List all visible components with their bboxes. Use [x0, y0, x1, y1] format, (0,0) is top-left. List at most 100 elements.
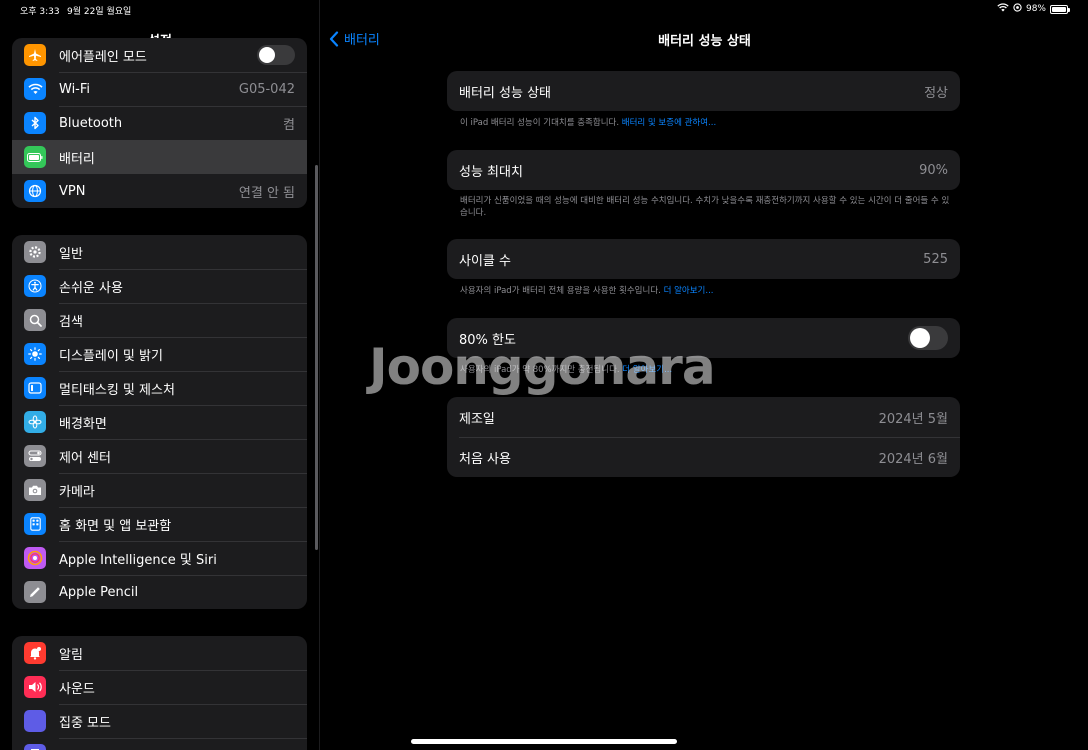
moon-icon — [24, 710, 46, 732]
health-card: 배터리 성능 상태 정상 — [447, 71, 960, 111]
health-value: 정상 — [924, 85, 948, 101]
first-use-value: 2024년 6월 — [878, 451, 948, 467]
cycle-value: 525 — [923, 251, 948, 267]
airplane-icon — [24, 44, 46, 66]
orientation-lock-icon — [1013, 3, 1022, 15]
health-label: 배터리 성능 상태 — [459, 85, 551, 101]
sidebar-item-label: 집중 모드 — [59, 715, 111, 731]
cycle-footnote: 사용자의 iPad가 배터리 전체 용량을 사용한 횟수입니다. 더 알아보기.… — [460, 285, 950, 297]
first-use-label: 처음 사용 — [459, 451, 511, 467]
warranty-link[interactable]: 배터리 및 보증에 관하여... — [622, 118, 716, 128]
limit-learn-more-link[interactable]: 더 알아보기... — [622, 365, 672, 375]
control-center-icon — [24, 445, 46, 467]
sidebar-item-label: 검색 — [59, 314, 83, 330]
sidebar-item-multitasking[interactable]: 멀티태스킹 및 제스처 — [12, 371, 307, 405]
capacity-label: 성능 최대치 — [459, 164, 523, 180]
status-time: 오후 3:33 — [20, 7, 60, 17]
cycle-learn-more-link[interactable]: 더 알아보기... — [664, 286, 714, 296]
limit-toggle[interactable] — [908, 326, 948, 350]
vpn-globe-icon — [24, 180, 46, 202]
pencil-icon — [24, 581, 46, 603]
sidebar-item-label: 스크린 타임 — [59, 746, 307, 750]
sidebar-item-brightness[interactable]: 디스플레이 및 밝기 — [12, 337, 307, 371]
search-icon — [24, 309, 46, 331]
multitasking-icon — [24, 377, 46, 399]
sidebar-item-label: Wi-Fi — [59, 81, 91, 97]
accessibility-icon — [24, 275, 46, 297]
manufactured-label: 제조일 — [459, 411, 495, 427]
sidebar-item-siri[interactable]: Apple Intelligence 및 Siri — [12, 541, 307, 575]
sidebar-item-speaker[interactable]: 사운드 — [12, 670, 307, 704]
sidebar-item-bell[interactable]: 알림 — [12, 636, 307, 670]
sidebar-item-hourglass[interactable]: 스크린 타임 — [12, 738, 307, 750]
limit-footnote: 사용자의 iPad가 약 80%까지만 충전됩니다. 더 알아보기... — [460, 364, 950, 376]
health-footnote: 이 iPad 배터리 성능이 기대치를 충족합니다. 배터리 및 보증에 관하여… — [460, 117, 950, 129]
sidebar-item-label: 디스플레이 및 밝기 — [59, 348, 163, 364]
sidebar-item-airplane[interactable]: 에어플레인 모드 — [12, 38, 307, 72]
limit-label: 80% 한도 — [459, 332, 516, 348]
sidebar-item-moon[interactable]: 집중 모드 — [12, 704, 307, 738]
battery-icon — [24, 146, 46, 168]
limit-card: 80% 한도 — [447, 318, 960, 358]
sidebar-item-accessibility[interactable]: 손쉬운 사용 — [12, 269, 307, 303]
sidebar-item-battery[interactable]: 배터리 — [12, 140, 307, 174]
sidebar-item-vpn-globe[interactable]: VPN 연결 안 됨 — [12, 174, 307, 208]
sidebar-group-notifications: 알림사운드집중 모드스크린 타임 — [12, 636, 307, 750]
sidebar-item-gear[interactable]: 일반 — [12, 235, 307, 269]
cycle-label: 사이클 수 — [459, 253, 511, 269]
brightness-icon — [24, 343, 46, 365]
sidebar-item-pencil[interactable]: Apple Pencil — [12, 575, 307, 609]
bell-icon — [24, 642, 46, 664]
capacity-value: 90% — [919, 162, 948, 178]
sidebar-item-label: Apple Intelligence 및 Siri — [59, 552, 217, 568]
siri-icon — [24, 547, 46, 569]
sidebar-item-label: 일반 — [59, 246, 83, 262]
limit-note: 사용자의 iPad가 약 80%까지만 충전됩니다. — [460, 365, 620, 375]
status-bar: 오후 3:33 9월 22일 월요일 98% — [0, 0, 1088, 20]
sidebar-scrollbar[interactable] — [315, 165, 318, 550]
sidebar-item-label: 배터리 — [59, 151, 95, 167]
sidebar-item-value: 연결 안 됨 — [238, 185, 295, 201]
sidebar-item-label: VPN — [59, 183, 86, 199]
sidebar-item-value: 켬 — [283, 117, 295, 133]
gear-icon — [24, 241, 46, 263]
airplane-mode-toggle[interactable] — [257, 45, 295, 65]
battery-health-pane: 배터리 배터리 성능 상태 배터리 성능 상태 정상 이 iPad 배터리 성능… — [321, 0, 1088, 750]
sidebar-item-label: 홈 화면 및 앱 보관함 — [59, 518, 172, 534]
sidebar-item-wallpaper-flower[interactable]: 배경화면 — [12, 405, 307, 439]
wifi-status-icon — [997, 3, 1009, 15]
manufactured-row: 제조일 2024년 5월 — [447, 397, 960, 437]
sidebar-group-connectivity: 에어플레인 모드 Wi-Fi G05-042 Bluetooth 켬배터리 VPN 연결 안… — [12, 38, 307, 208]
sidebar-item-camera[interactable]: 카메라 — [12, 473, 307, 507]
speaker-icon — [24, 676, 46, 698]
sidebar-item-label: 사운드 — [59, 681, 95, 697]
sidebar-item-label: 손쉬운 사용 — [59, 280, 123, 296]
status-date: 9월 22일 월요일 — [67, 7, 132, 17]
limit-row: 80% 한도 — [447, 318, 960, 358]
settings-sidebar: 설정 에어플레인 모드Wi-FiG05-042Bluetooth켬배터리VPN연… — [0, 0, 320, 750]
sidebar-item-label: Apple Pencil — [59, 584, 139, 600]
sidebar-item-control-center[interactable]: 제어 센터 — [12, 439, 307, 473]
dates-card: 제조일 2024년 5월 처음 사용 2024년 6월 — [447, 397, 960, 477]
sidebar-item-wifi[interactable]: Wi-Fi G05-042 — [12, 72, 307, 106]
cycle-note: 사용자의 iPad가 배터리 전체 용량을 사용한 횟수입니다. — [460, 286, 661, 296]
health-row: 배터리 성능 상태 정상 — [447, 71, 960, 111]
sidebar-group-general: 일반손쉬운 사용검색디스플레이 및 밝기멀티태스킹 및 제스처 배경화면 제어 센터… — [12, 235, 307, 609]
hourglass-icon — [24, 744, 46, 750]
sidebar-item-label: 카메라 — [59, 484, 95, 500]
cycle-card: 사이클 수 525 — [447, 239, 960, 279]
first-use-row: 처음 사용 2024년 6월 — [447, 437, 960, 477]
sidebar-item-label: 알림 — [59, 647, 83, 663]
home-indicator[interactable] — [411, 739, 677, 744]
sidebar-item-home-screen[interactable]: 홈 화면 및 앱 보관함 — [12, 507, 307, 541]
sidebar-item-search[interactable]: 검색 — [12, 303, 307, 337]
home-screen-icon — [24, 513, 46, 535]
capacity-row: 성능 최대치 90% — [447, 150, 960, 190]
cycle-row: 사이클 수 525 — [447, 239, 960, 279]
sidebar-item-label: 에어플레인 모드 — [59, 49, 147, 65]
wallpaper-flower-icon — [24, 411, 46, 433]
status-right: 98% — [997, 3, 1070, 15]
sidebar-item-bluetooth[interactable]: Bluetooth 켬 — [12, 106, 307, 140]
capacity-note: 배터리가 신품이었을 때의 성능에 대비한 배터리 성능 수치입니다. 수치가 … — [460, 196, 950, 218]
health-note: 이 iPad 배터리 성능이 기대치를 충족합니다. — [460, 118, 620, 128]
